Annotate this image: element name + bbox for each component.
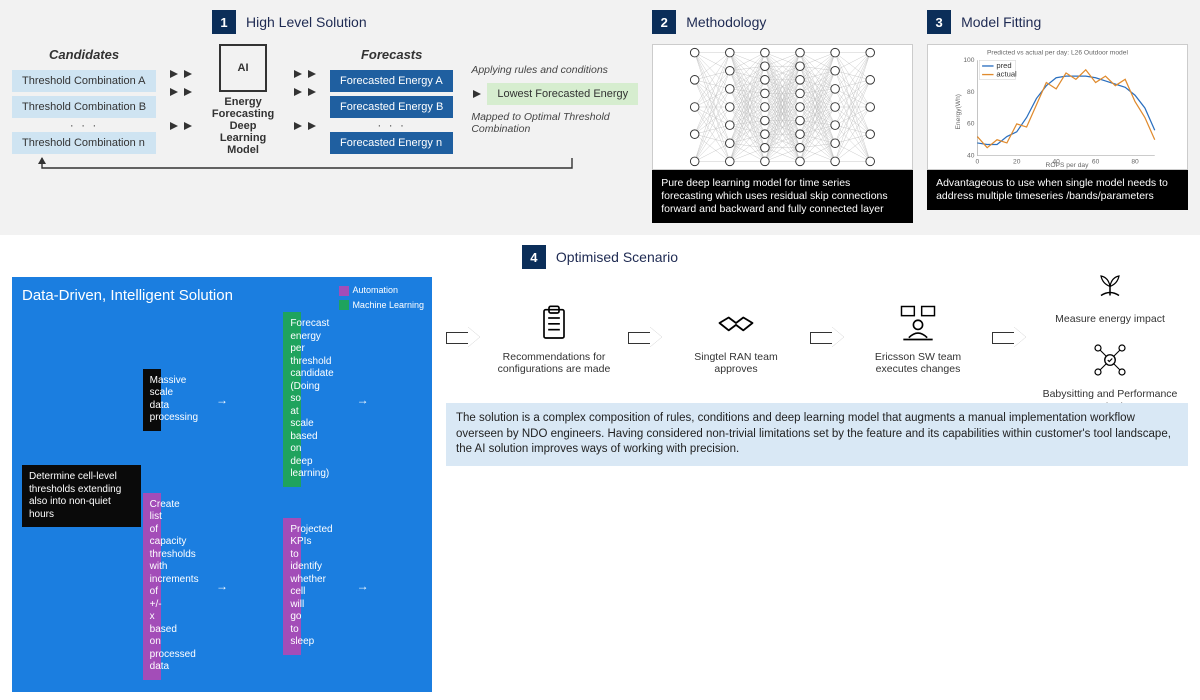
- ai-model-label: Energy Forecasting Deep Learning Model: [206, 96, 280, 156]
- arrows-to-model: [168, 70, 194, 130]
- hollow-arrow-icon: [992, 329, 1026, 345]
- bottom-section: 4 Optimised Scenario Data-Driven, Intell…: [0, 235, 1200, 700]
- ai-chip-icon: AI: [219, 44, 267, 92]
- svg-text:0: 0: [976, 158, 980, 165]
- forecasts-column: Forecasts Forecasted Energy A Forecasted…: [330, 47, 453, 154]
- wf-label-2: Singtel RAN team approves: [676, 351, 796, 376]
- wf-label-4a: Measure energy impact: [1055, 313, 1165, 326]
- candidate-b: Threshold Combination B: [12, 96, 156, 118]
- monitoring-nodes-icon: [1086, 336, 1134, 384]
- optimised-scenario-row: Data-Driven, Intelligent Solution Automa…: [12, 277, 1188, 692]
- section-3-title: Model Fitting: [961, 14, 1041, 30]
- wf-step-approval: Singtel RAN team approves: [676, 299, 796, 376]
- rules-note: Applying rules and conditions: [471, 64, 638, 77]
- section-2-header: 2 Methodology: [652, 10, 913, 34]
- hollow-arrow-icon: [628, 329, 662, 345]
- section-3-header: 3 Model Fitting: [927, 10, 1188, 34]
- svg-text:100: 100: [963, 57, 974, 64]
- candidates-ellipsis: · · ·: [12, 122, 156, 128]
- node-data-processing: Massive scale data processing: [143, 369, 161, 431]
- ai-model-box: AI Energy Forecasting Deep Learning Mode…: [206, 44, 280, 156]
- candidates-label: Candidates: [12, 47, 156, 62]
- mapped-note: Mapped to Optimal Threshold Combination: [471, 111, 621, 136]
- candidate-a: Threshold Combination A: [12, 70, 156, 92]
- arrow-icon: →: [163, 393, 282, 407]
- forecasts-ellipsis: · · ·: [330, 122, 453, 128]
- legend-automation: Automation: [352, 285, 398, 295]
- badge-3: 3: [927, 10, 951, 34]
- forecast-n: Forecasted Energy n: [330, 132, 453, 154]
- panel-methodology: 2 Methodology Pure deep learning model f…: [652, 10, 913, 223]
- section-4-title: Optimised Scenario: [556, 249, 678, 265]
- node-determine-thresholds: Determine cell-level thresholds extendin…: [22, 465, 141, 527]
- neural-network-diagram: [652, 44, 913, 170]
- legend-actual: actual: [997, 69, 1018, 78]
- candidates-column: Candidates Threshold Combination A Thres…: [12, 47, 156, 154]
- wf-step-recommendations: Recommendations for configurations are m…: [494, 299, 614, 376]
- badge-4: 4: [522, 245, 546, 269]
- workflow-row: Recommendations for configurations are m…: [446, 277, 1188, 397]
- data-driven-solution-panel: Data-Driven, Intelligent Solution Automa…: [12, 277, 432, 692]
- svg-text:60: 60: [1092, 158, 1100, 165]
- svg-text:60: 60: [967, 121, 975, 128]
- arrow-to-result-icon: [473, 90, 481, 98]
- blue-panel-flow: Massive scale data processing → Forecast…: [22, 312, 422, 680]
- workflow-chain: Recommendations for configurations are m…: [446, 277, 1188, 692]
- badge-1: 1: [212, 10, 236, 34]
- clipboard-icon: [530, 299, 578, 347]
- panel-model-fitting: 3 Model Fitting Predicted vs actual per …: [927, 10, 1188, 223]
- handshake-icon: [712, 299, 760, 347]
- section-1-title: High Level Solution: [246, 14, 367, 30]
- result-column: Applying rules and conditions Lowest For…: [471, 64, 638, 136]
- node-forecast-energy: Forecast energy per threshold candidate …: [283, 312, 301, 487]
- operator-console-icon: [894, 299, 942, 347]
- ai-chip-label: AI: [238, 62, 249, 74]
- arrows-from-model: [292, 70, 318, 130]
- wf-step-execute: Ericsson SW team executes changes: [858, 299, 978, 376]
- plant-growth-icon: [1086, 261, 1134, 309]
- chart-title: Predicted vs actual per day: L26 Outdoor…: [987, 50, 1128, 57]
- summary-text: The solution is a complex composition of…: [446, 403, 1188, 466]
- badge-2: 2: [652, 10, 676, 34]
- forecast-b: Forecasted Energy B: [330, 96, 453, 118]
- section-2-title: Methodology: [686, 14, 766, 30]
- node-projected-kpis: Projected KPIs to identify whether cell …: [283, 518, 301, 655]
- methodology-caption: Pure deep learning model for time series…: [652, 170, 913, 223]
- feedback-arrow: [12, 156, 632, 176]
- hollow-arrow-icon: [810, 329, 844, 345]
- blue-panel-legend: Automation Machine Learning: [339, 283, 424, 312]
- wf-label-1: Recommendations for configurations are m…: [494, 351, 614, 376]
- hollow-arrow-icon: [446, 329, 480, 345]
- forecasts-label: Forecasts: [330, 47, 453, 62]
- model-fitting-chart: Predicted vs actual per day: L26 Outdoor…: [927, 44, 1188, 170]
- wf-step-outcomes: Measure energy impact Babysitting and Pe…: [1040, 261, 1180, 413]
- chart-xlabel: ROPS per day: [1046, 162, 1090, 169]
- svg-text:20: 20: [1013, 158, 1021, 165]
- arrow-icon: →: [163, 579, 282, 593]
- panel-high-level-solution: 1 High Level Solution Candidates Thresho…: [12, 10, 638, 223]
- arrow-icon: →: [303, 393, 422, 407]
- candidate-n: Threshold Combination n: [12, 132, 156, 154]
- node-create-thresholds: Create list of capacity thresholds with …: [143, 493, 161, 680]
- section-4-header: 4 Optimised Scenario: [12, 245, 1188, 269]
- svg-text:80: 80: [1131, 158, 1139, 165]
- model-fitting-caption: Advantageous to use when single model ne…: [927, 170, 1188, 210]
- svg-text:80: 80: [967, 89, 975, 96]
- section-1-header: 1 High Level Solution: [12, 10, 638, 34]
- legend-ml: Machine Learning: [352, 300, 424, 310]
- svg-text:40: 40: [967, 153, 975, 160]
- wf-label-3: Ericsson SW team executes changes: [858, 351, 978, 376]
- chart-ylabel: Energy(Wh): [955, 94, 962, 130]
- forecast-a: Forecasted Energy A: [330, 70, 453, 92]
- hls-diagram: Candidates Threshold Combination A Thres…: [12, 44, 638, 156]
- lowest-forecast-result: Lowest Forecasted Energy: [487, 83, 638, 105]
- top-section: 1 High Level Solution Candidates Thresho…: [0, 0, 1200, 235]
- arrow-icon: →: [303, 579, 422, 593]
